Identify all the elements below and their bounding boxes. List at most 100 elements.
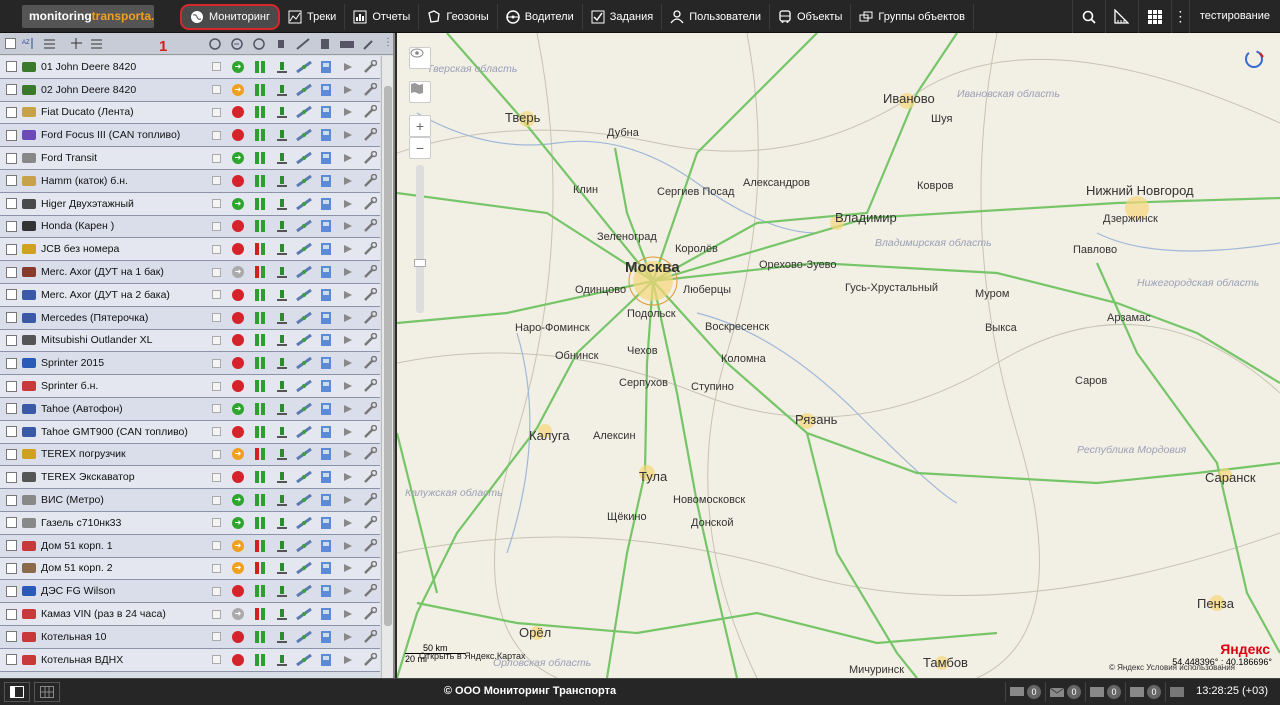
- unit-visibility-checkbox[interactable]: [205, 150, 227, 166]
- unit-row[interactable]: Sprinter 2015: [0, 352, 380, 376]
- play-track-icon[interactable]: [337, 469, 359, 485]
- unit-checkbox[interactable]: [6, 448, 17, 460]
- unit-name[interactable]: Дом 51 корп. 2: [41, 562, 191, 574]
- fuel-icon[interactable]: [315, 264, 337, 280]
- expand-icon[interactable]: [70, 37, 83, 50]
- map-copyright[interactable]: © Яндекс Условия использования: [1109, 663, 1235, 672]
- unit-row[interactable]: Газель с710нк33 ➜: [0, 511, 380, 535]
- play-track-icon[interactable]: [337, 492, 359, 508]
- unit-name[interactable]: Mercedes (Пятерочка): [41, 312, 191, 324]
- unit-name[interactable]: JCB без номера: [41, 243, 191, 255]
- unit-name[interactable]: Sprinter б.н.: [41, 380, 191, 392]
- unit-visibility-checkbox[interactable]: [205, 538, 227, 554]
- settings-wrench-icon[interactable]: [359, 59, 380, 75]
- fuel-icon[interactable]: [315, 606, 337, 622]
- settings-wrench-icon[interactable]: [359, 355, 380, 371]
- settings-wrench-icon[interactable]: [359, 560, 380, 576]
- settings-wrench-icon[interactable]: [359, 82, 380, 98]
- settings-wrench-icon[interactable]: [359, 332, 380, 348]
- unit-visibility-checkbox[interactable]: [205, 446, 227, 462]
- zoom-slider[interactable]: [414, 165, 426, 313]
- settings-wrench-icon[interactable]: [359, 218, 380, 234]
- fuel-icon[interactable]: [315, 560, 337, 576]
- unit-name[interactable]: Higer Двухэтажный: [41, 198, 191, 210]
- nav-item-1[interactable]: Треки: [280, 4, 346, 30]
- settings-wrench-icon[interactable]: [359, 492, 380, 508]
- play-track-icon[interactable]: [337, 560, 359, 576]
- unit-row[interactable]: Merc. Axor (ДУТ на 1 бак) ➜: [0, 261, 380, 284]
- zoom-out-button[interactable]: −: [409, 137, 431, 159]
- select-all-icon[interactable]: [90, 37, 103, 50]
- play-track-icon[interactable]: [337, 196, 359, 212]
- play-track-icon[interactable]: [337, 378, 359, 394]
- settings-wrench-icon[interactable]: [359, 378, 380, 394]
- unit-row[interactable]: Mitsubishi Outlander XL: [0, 329, 380, 353]
- map-type-button[interactable]: [409, 81, 431, 103]
- search-button[interactable]: [1071, 0, 1105, 33]
- settings-wrench-icon[interactable]: [359, 606, 380, 622]
- unit-visibility-checkbox[interactable]: [205, 310, 227, 326]
- list-icon[interactable]: [43, 37, 56, 50]
- unit-checkbox[interactable]: [6, 654, 17, 666]
- settings-wrench-icon[interactable]: [359, 196, 380, 212]
- unit-checkbox[interactable]: [6, 608, 17, 620]
- unit-row[interactable]: Ford Focus III (CAN топливо): [0, 124, 380, 148]
- unit-checkbox[interactable]: [6, 540, 17, 552]
- fuel-icon[interactable]: [315, 515, 337, 531]
- unit-name[interactable]: TEREX Экскаватор: [41, 471, 191, 483]
- unit-row[interactable]: Tahoe GMT900 (CAN топливо): [0, 420, 380, 444]
- unit-name[interactable]: Камаз VIN (раз в 24 часа): [41, 608, 191, 620]
- unit-checkbox[interactable]: [6, 517, 17, 529]
- settings-wrench-icon[interactable]: [359, 127, 380, 143]
- play-track-icon[interactable]: [337, 652, 359, 668]
- unit-name[interactable]: Honda (Карен ): [41, 220, 191, 232]
- play-track-icon[interactable]: [337, 218, 359, 234]
- settings-wrench-icon[interactable]: [359, 310, 380, 326]
- unit-name[interactable]: Котельная ВДНХ: [41, 654, 191, 666]
- fuel-icon[interactable]: [315, 583, 337, 599]
- fuel-icon[interactable]: [315, 287, 337, 303]
- unit-visibility-checkbox[interactable]: [205, 104, 227, 120]
- unit-row[interactable]: Fiat Ducato (Лента): [0, 101, 380, 125]
- list-view-button[interactable]: [1165, 682, 1188, 702]
- unit-visibility-checkbox[interactable]: [205, 218, 227, 234]
- settings-wrench-icon[interactable]: [359, 424, 380, 440]
- unit-visibility-checkbox[interactable]: [205, 59, 227, 75]
- unit-checkbox[interactable]: [6, 631, 17, 643]
- unit-checkbox[interactable]: [6, 220, 17, 232]
- settings-wrench-icon[interactable]: [359, 150, 380, 166]
- unit-checkbox[interactable]: [6, 175, 17, 187]
- settings-wrench-icon[interactable]: [359, 629, 380, 645]
- unit-name[interactable]: 01 John Deere 8420: [41, 61, 191, 73]
- unit-name[interactable]: Tahoe (Автофон): [41, 403, 191, 415]
- play-track-icon[interactable]: [337, 424, 359, 440]
- unit-row[interactable]: Камаз VIN (раз в 24 часа) ➜: [0, 603, 380, 626]
- unit-row[interactable]: TEREX Экскаватор: [0, 466, 380, 490]
- unit-name[interactable]: Sprinter 2015: [41, 357, 191, 369]
- nav-item-0[interactable]: Мониторинг: [180, 4, 281, 30]
- map-view[interactable]: Тверская область Ивановская область Владим…: [397, 33, 1280, 678]
- nav-item-2[interactable]: Отчеты: [345, 4, 420, 30]
- unit-name[interactable]: 02 John Deere 8420: [41, 84, 191, 96]
- unit-checkbox[interactable]: [6, 84, 17, 96]
- unit-checkbox[interactable]: [6, 334, 17, 346]
- fuel-icon[interactable]: [315, 196, 337, 212]
- unit-row[interactable]: TEREX погрузчик ➜: [0, 443, 380, 467]
- unit-row[interactable]: Котельная ВДНХ: [0, 648, 380, 672]
- unit-visibility-checkbox[interactable]: [205, 401, 227, 417]
- select-all-checkbox[interactable]: [5, 38, 16, 49]
- play-track-icon[interactable]: [337, 82, 359, 98]
- unit-row[interactable]: Дом 51 корп. 1 ➜: [0, 534, 380, 558]
- nav-item-7[interactable]: Объекты: [770, 4, 852, 30]
- play-track-icon[interactable]: [337, 629, 359, 645]
- unit-name[interactable]: ВИС (Метро): [41, 494, 191, 506]
- unit-name[interactable]: Mitsubishi Outlander XL: [41, 334, 191, 346]
- settings-wrench-icon[interactable]: [359, 538, 380, 554]
- unit-name[interactable]: Hamm (каток) б.н.: [41, 175, 191, 187]
- nav-item-6[interactable]: Пользователи: [662, 4, 770, 30]
- fuel-icon[interactable]: [315, 538, 337, 554]
- settings-wrench-icon[interactable]: [359, 583, 380, 599]
- unit-visibility-checkbox[interactable]: [205, 583, 227, 599]
- fuel-icon[interactable]: [315, 492, 337, 508]
- unit-visibility-checkbox[interactable]: [205, 355, 227, 371]
